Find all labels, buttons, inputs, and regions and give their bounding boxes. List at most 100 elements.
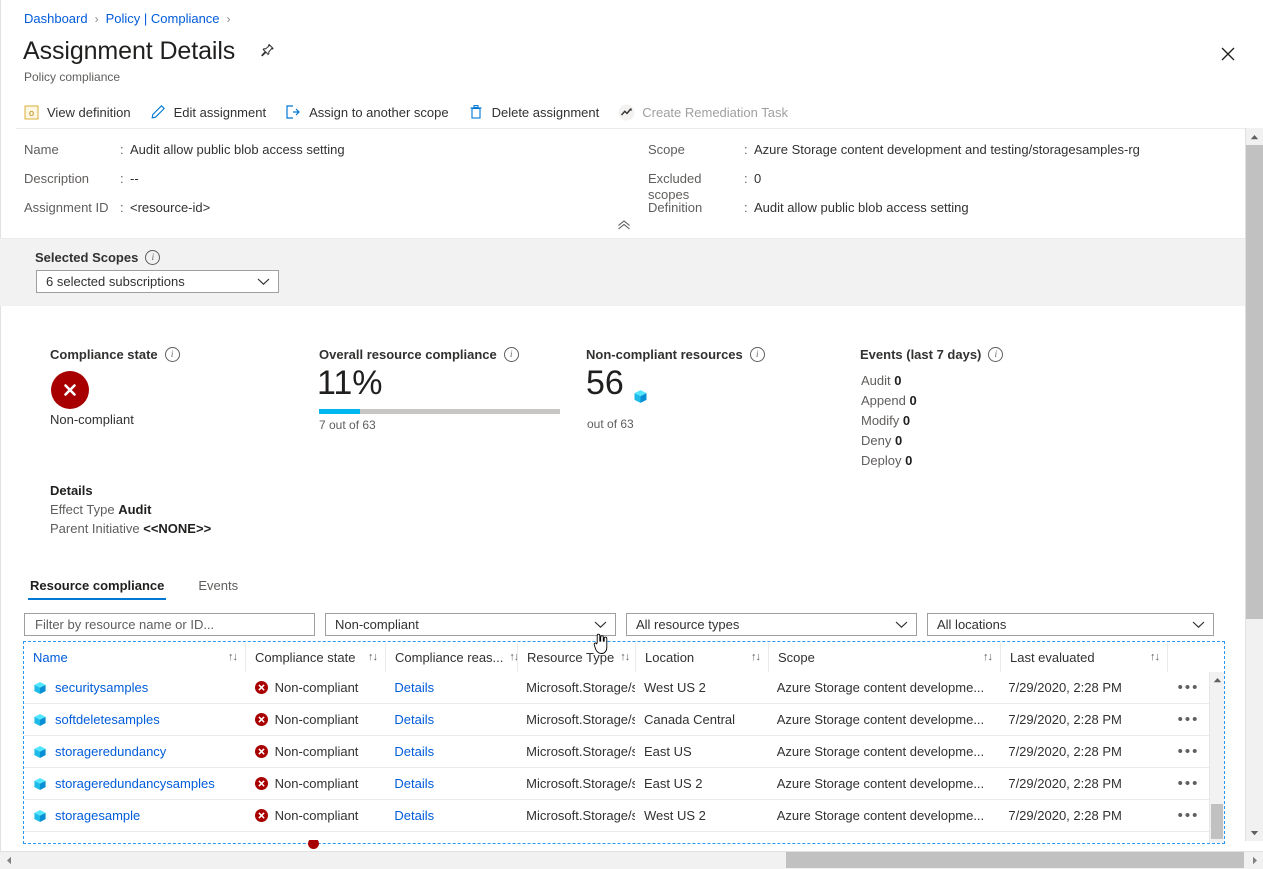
cell-actions[interactable]: ••• <box>1166 736 1210 767</box>
resource-type-filter[interactable]: All resource types <box>626 613 917 636</box>
sort-updown-icon: ↑↓ <box>751 651 760 663</box>
storage-cube-icon <box>33 777 47 791</box>
table-row[interactable]: storageredundancyNon-compliantDetailsMic… <box>24 736 1210 768</box>
scroll-down-button[interactable] <box>1246 824 1263 841</box>
cell-compliance-reason-link[interactable]: Details <box>385 768 517 799</box>
cell-name[interactable]: securitysamples <box>24 672 246 703</box>
scroll-left-button[interactable] <box>0 852 17 869</box>
cell-compliance-state-label: Non-compliant <box>275 680 359 695</box>
storage-cube-icon <box>33 745 47 759</box>
cell-name[interactable]: softdeletesamples <box>24 704 246 735</box>
cell-actions[interactable]: ••• <box>1166 768 1210 799</box>
compliance-state-title-text: Compliance state <box>50 347 158 362</box>
column-header-resource-type-label: Resource Type <box>527 650 614 665</box>
tab-events[interactable]: Events <box>196 578 240 600</box>
collapse-properties-chevron-up-icon[interactable] <box>616 218 632 232</box>
grid-scroll-up-button[interactable] <box>1210 672 1224 688</box>
cell-compliance-reason-link[interactable]: Details <box>385 800 517 831</box>
search-input[interactable] <box>33 616 306 633</box>
event-row-modify: Modify 0 <box>861 411 917 431</box>
scroll-up-button[interactable] <box>1246 128 1263 145</box>
column-header-compliance-state[interactable]: Compliance state ↑↓ <box>246 643 386 672</box>
delete-assignment-button[interactable]: Delete assignment <box>461 98 608 126</box>
breadcrumb: Dashboard › Policy | Compliance › <box>24 11 238 26</box>
property-colon: : <box>120 200 130 216</box>
resource-filter-input-wrap[interactable] <box>24 613 315 636</box>
chevron-down-icon <box>257 278 270 286</box>
cell-resource-type: Microsoft.Storage/st... <box>517 736 635 767</box>
create-remediation-task-button[interactable]: Create Remediation Task <box>611 98 796 126</box>
storage-cube-icon <box>633 389 648 404</box>
error-x-circle-icon <box>255 809 268 822</box>
blade-vertical-scrollbar[interactable] <box>1245 128 1263 841</box>
chevron-down-icon <box>1192 621 1205 629</box>
cell-name[interactable]: storagesample <box>24 800 246 831</box>
tab-resource-compliance[interactable]: Resource compliance <box>28 578 166 600</box>
cell-name[interactable]: storageredundancy <box>24 736 246 767</box>
assign-to-another-scope-button[interactable]: Assign to another scope <box>278 98 456 126</box>
view-definition-button[interactable]: o View definition <box>16 98 139 126</box>
edit-assignment-button[interactable]: Edit assignment <box>143 98 275 126</box>
sort-updown-icon: ↑↓ <box>983 651 992 663</box>
column-header-compliance-reason[interactable]: Compliance reas... ↑↓ <box>386 643 518 672</box>
error-x-circle-icon <box>255 681 268 694</box>
chart-line-icon <box>617 103 635 121</box>
breadcrumb-chevron-icon: › <box>95 12 99 26</box>
cell-actions[interactable]: ••• <box>1166 704 1210 735</box>
assignment-details-blade: Dashboard › Policy | Compliance › Assign… <box>0 0 1263 869</box>
selected-scopes-value: 6 selected subscriptions <box>46 274 185 289</box>
column-header-location[interactable]: Location ↑↓ <box>636 643 769 672</box>
property-description-key: Description <box>24 171 120 187</box>
ellipsis-icon[interactable]: ••• <box>1175 743 1202 760</box>
breadcrumb-item-dashboard[interactable]: Dashboard <box>24 11 88 26</box>
ellipsis-icon[interactable]: ••• <box>1175 775 1202 792</box>
ellipsis-icon[interactable]: ••• <box>1175 679 1202 696</box>
selected-scopes-dropdown[interactable]: 6 selected subscriptions <box>36 270 279 293</box>
location-filter[interactable]: All locations <box>927 613 1214 636</box>
table-row[interactable]: storagesampleNon-compliantDetailsMicroso… <box>24 800 1210 832</box>
cell-compliance-reason-link[interactable]: Details <box>385 736 517 767</box>
info-icon[interactable]: i <box>165 347 180 362</box>
scroll-right-button[interactable] <box>1246 852 1263 869</box>
cell-name[interactable]: storageredundancysamples <box>24 768 246 799</box>
info-icon[interactable]: i <box>504 347 519 362</box>
event-count: 0 <box>903 413 910 428</box>
column-header-last-evaluated[interactable]: Last evaluated ↑↓ <box>1001 643 1168 672</box>
info-icon[interactable]: i <box>988 347 1003 362</box>
property-scope-key: Scope <box>648 142 744 158</box>
overall-compliance-title-text: Overall resource compliance <box>319 347 497 362</box>
table-row[interactable]: softdeletesamplesNon-compliantDetailsMic… <box>24 704 1210 736</box>
column-header-resource-type[interactable]: Resource Type ↑↓ <box>518 643 636 672</box>
info-icon[interactable]: i <box>750 347 765 362</box>
cell-actions[interactable]: ••• <box>1166 672 1210 703</box>
cell-compliance-reason-link[interactable]: Details <box>385 704 517 735</box>
column-header-scope[interactable]: Scope ↑↓ <box>769 643 1001 672</box>
blade-hscrollbar-thumb[interactable] <box>786 852 1244 868</box>
table-row[interactable]: securitysamplesNon-compliantDetailsMicro… <box>24 672 1210 704</box>
grid-vertical-scrollbar[interactable] <box>1209 672 1224 843</box>
cell-scope: Azure Storage content developme... <box>768 672 1000 703</box>
cell-actions[interactable]: ••• <box>1166 800 1210 831</box>
selected-scopes-label: Selected Scopes i <box>35 250 160 265</box>
table-row[interactable]: storageredundancysamples Non-compliant Det… <box>24 768 1210 800</box>
details-value: Audit <box>118 502 151 517</box>
info-icon[interactable]: i <box>145 250 160 265</box>
grid-scrollbar-thumb[interactable] <box>1211 804 1223 839</box>
ellipsis-icon[interactable]: ••• <box>1175 807 1202 824</box>
cell-compliance-state-label: Non-compliant <box>275 776 359 791</box>
ellipsis-icon[interactable]: ••• <box>1175 711 1202 728</box>
compliance-state-filter[interactable]: Non-compliant <box>325 613 616 636</box>
event-count: 0 <box>894 373 901 388</box>
cell-name-label: storageredundancy <box>55 744 166 759</box>
cell-location: East US <box>635 736 768 767</box>
blade-scrollbar-thumb[interactable] <box>1246 145 1263 619</box>
cell-scope: Azure Storage content developme... <box>768 800 1000 831</box>
grid-partial-row <box>24 840 1204 850</box>
breadcrumb-item-policy-compliance[interactable]: Policy | Compliance <box>106 11 220 26</box>
cell-compliance-state: Non-compliant <box>246 768 386 799</box>
pin-icon[interactable] <box>257 41 277 61</box>
column-header-name[interactable]: Name ↑↓ <box>24 643 246 672</box>
blade-horizontal-scrollbar[interactable] <box>0 851 1263 869</box>
close-icon[interactable] <box>1217 43 1239 65</box>
cell-compliance-reason-link[interactable]: Details <box>385 672 517 703</box>
